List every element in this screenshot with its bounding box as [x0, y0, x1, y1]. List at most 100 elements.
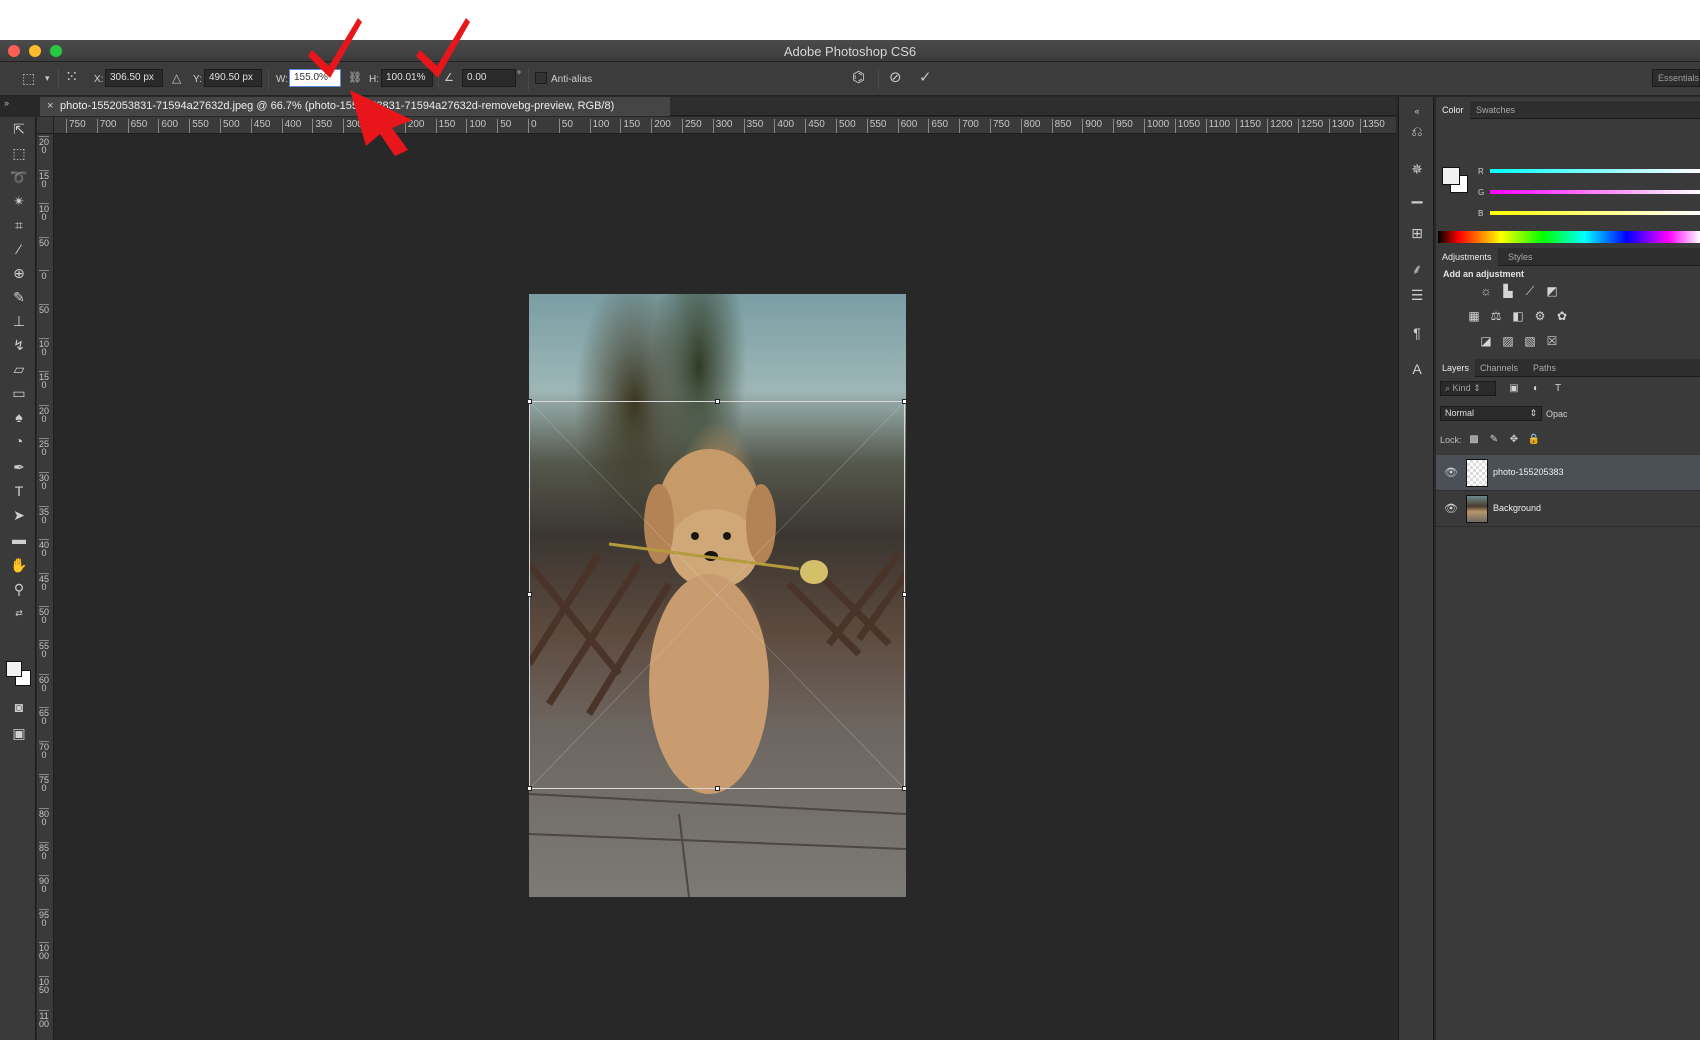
maintain-aspect-link-icon[interactable]: ⛓: [348, 70, 362, 86]
workspace-switcher[interactable]: Essentials: [1652, 69, 1700, 87]
ruler-origin[interactable]: [37, 117, 54, 134]
y-position-field[interactable]: 490.50 px: [204, 69, 262, 87]
healing-brush-tool-icon[interactable]: ⊕: [8, 263, 30, 283]
brush-tool-icon[interactable]: ✎: [8, 287, 30, 307]
close-tab-icon[interactable]: ×: [47, 97, 53, 116]
free-transform-bounding-box[interactable]: [527, 399, 907, 791]
document-canvas[interactable]: [55, 135, 1396, 1040]
path-selection-tool-icon[interactable]: ➤: [8, 505, 30, 525]
vertical-ruler[interactable]: 200 150 100 50 0 50 100 150 200 250 300 350 400 450 50…: [37, 134, 54, 1040]
dodge-tool-icon[interactable]: ◔: [8, 431, 30, 451]
pen-tool-icon[interactable]: ✒: [8, 457, 30, 477]
type-tool-icon[interactable]: T: [8, 481, 30, 501]
eraser-tool-icon[interactable]: ▱: [8, 359, 30, 379]
horizontal-ruler[interactable]: 750 700 650 600 550 500 450 400 350 300 250 200 150 1…: [54, 117, 1396, 134]
document-tab[interactable]: × photo-1552053831-71594a27632d.jpeg @ 6…: [40, 97, 670, 116]
transform-handle-bottom[interactable]: [715, 786, 720, 791]
posterize-icon[interactable]: ▨: [1500, 334, 1516, 348]
vibrance-icon[interactable]: ▦: [1466, 309, 1482, 323]
crop-tool-icon[interactable]: ⌗: [8, 215, 30, 235]
tab-styles[interactable]: Styles: [1502, 248, 1539, 266]
swap-colors-icon[interactable]: ⇄: [8, 603, 30, 623]
brush-panel-icon[interactable]: ⸙: [1407, 259, 1427, 279]
cancel-transform-icon[interactable]: ⊘: [889, 70, 902, 86]
transform-tool-preset-icon[interactable]: ⬚: [22, 70, 35, 86]
move-tool-icon[interactable]: ⇱: [8, 119, 30, 139]
tab-adjustments[interactable]: Adjustments: [1436, 248, 1498, 266]
red-slider[interactable]: [1490, 169, 1700, 173]
filter-type-layers-icon[interactable]: T: [1550, 382, 1566, 396]
zoom-tool-icon[interactable]: ⚲: [8, 579, 30, 599]
relative-position-delta-icon[interactable]: △: [172, 70, 181, 86]
brush-presets-panel-icon[interactable]: ☰: [1407, 285, 1427, 305]
transform-handle-top[interactable]: [715, 399, 720, 404]
color-balance-icon[interactable]: ⚖: [1488, 309, 1504, 323]
lasso-tool-icon[interactable]: ➰: [8, 167, 30, 187]
layer-row[interactable]: 👁 Background: [1436, 491, 1700, 527]
exposure-icon[interactable]: ◩: [1544, 284, 1560, 298]
levels-icon[interactable]: ▙: [1500, 284, 1516, 298]
reference-point-grid-icon[interactable]: ⁙: [65, 70, 78, 86]
tab-channels[interactable]: Channels: [1474, 359, 1524, 377]
tab-swatches[interactable]: Swatches: [1470, 101, 1521, 119]
lock-position-icon[interactable]: ✥: [1506, 433, 1522, 447]
eye-icon[interactable]: 👁: [1444, 502, 1458, 515]
gradient-tool-icon[interactable]: ▭: [8, 383, 30, 403]
foreground-color-swatch[interactable]: [6, 661, 22, 677]
clone-stamp-tool-icon[interactable]: ⊥: [8, 311, 30, 331]
brightness-contrast-icon[interactable]: ☼: [1478, 284, 1494, 298]
commit-transform-icon[interactable]: ✓: [919, 70, 932, 86]
curves-icon[interactable]: ⟋: [1522, 284, 1538, 298]
history-brush-tool-icon[interactable]: ↯: [8, 335, 30, 355]
collapse-toolbar-icon[interactable]: »: [4, 98, 9, 108]
tab-paths[interactable]: Paths: [1527, 359, 1562, 377]
transform-handle-top-right[interactable]: [902, 399, 907, 404]
black-white-icon[interactable]: ◧: [1510, 309, 1526, 323]
magic-wand-tool-icon[interactable]: ✴: [8, 191, 30, 211]
tab-layers[interactable]: Layers: [1436, 359, 1476, 377]
warp-mode-icon[interactable]: ⌬: [852, 70, 865, 86]
green-slider[interactable]: [1490, 190, 1700, 194]
panel-foreground-swatch[interactable]: [1442, 167, 1460, 185]
lock-all-icon[interactable]: 🔒: [1526, 433, 1542, 447]
transform-handle-top-left[interactable]: [527, 399, 532, 404]
preset-dropdown-chevron-icon[interactable]: ▾: [45, 70, 50, 86]
lock-image-icon[interactable]: ✎: [1486, 433, 1502, 447]
anti-alias-checkbox[interactable]: [535, 72, 547, 84]
photo-filter-icon[interactable]: ⚙: [1532, 309, 1548, 323]
histogram-panel-icon[interactable]: ▁: [1407, 185, 1427, 205]
blue-slider[interactable]: [1490, 211, 1700, 215]
transform-handle-bottom-left[interactable]: [527, 786, 532, 791]
rectangle-tool-icon[interactable]: ▬: [8, 529, 30, 549]
blur-tool-icon[interactable]: ♠: [8, 407, 30, 427]
navigator-panel-icon[interactable]: ✵: [1407, 159, 1427, 179]
info-panel-icon[interactable]: ⊞: [1407, 223, 1427, 243]
layer-filter-kind-select[interactable]: ⌕ Kind ⇕: [1440, 381, 1496, 396]
color-spectrum-ramp[interactable]: [1438, 231, 1700, 243]
transform-handle-left[interactable]: [527, 592, 532, 597]
screen-mode-icon[interactable]: ▣: [8, 723, 30, 743]
rotation-angle-field[interactable]: 0.00: [462, 69, 516, 87]
layer-row[interactable]: 👁 photo-155205383: [1436, 455, 1700, 491]
paragraph-panel-icon[interactable]: ¶: [1407, 323, 1427, 343]
invert-icon[interactable]: ◪: [1478, 334, 1494, 348]
channel-mixer-icon[interactable]: ✿: [1554, 309, 1570, 323]
threshold-icon[interactable]: ▧: [1522, 334, 1538, 348]
filter-pixel-layers-icon[interactable]: ▣: [1506, 382, 1522, 396]
blend-mode-select[interactable]: Normal ⇕: [1440, 406, 1542, 421]
transform-handle-bottom-right[interactable]: [902, 786, 907, 791]
lock-transparent-icon[interactable]: ▩: [1466, 433, 1482, 447]
marquee-tool-icon[interactable]: ⬚: [8, 143, 30, 163]
quick-mask-icon[interactable]: ◙: [8, 697, 30, 717]
width-scale-field[interactable]: 155.0%: [289, 69, 341, 87]
history-panel-icon[interactable]: ⎌: [1407, 121, 1427, 141]
x-position-field[interactable]: 306.50 px: [105, 69, 163, 87]
filter-adjustment-layers-icon[interactable]: ◐: [1528, 382, 1544, 396]
gradient-map-icon[interactable]: ☒: [1544, 334, 1560, 348]
character-panel-icon[interactable]: A: [1407, 359, 1427, 379]
eye-icon[interactable]: 👁: [1444, 466, 1458, 479]
tab-color[interactable]: Color: [1436, 101, 1470, 119]
collapse-dock-icon[interactable]: «: [1407, 101, 1427, 121]
hand-tool-icon[interactable]: ✋: [8, 555, 30, 575]
eyedropper-tool-icon[interactable]: ⁄: [8, 239, 30, 259]
